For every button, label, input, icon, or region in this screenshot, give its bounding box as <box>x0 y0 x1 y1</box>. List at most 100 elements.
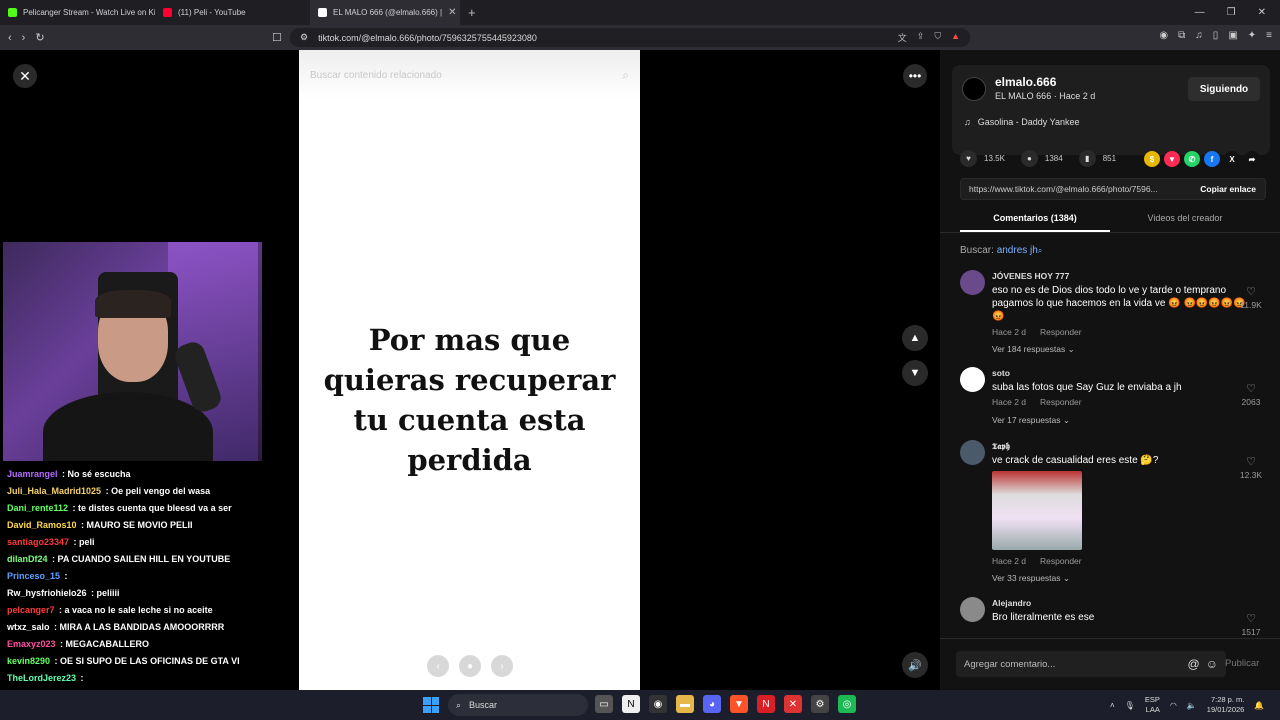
repost-icon[interactable]: ▼ <box>1164 151 1180 167</box>
new-tab-button[interactable]: + <box>460 5 484 20</box>
next-post-button[interactable]: ▼ <box>902 360 928 386</box>
maximize-icon[interactable]: ❐ <box>1227 7 1236 18</box>
close-tab-icon[interactable]: ✕ <box>448 7 456 18</box>
vpn-icon[interactable]: ◉ <box>1159 30 1168 41</box>
minimize-icon[interactable]: — <box>1195 7 1205 18</box>
view-replies-button[interactable]: Ver 33 respuestas ⌄ <box>992 573 1070 584</box>
clock[interactable]: 7:28 p. m. 19/01/2026 <box>1207 695 1245 715</box>
brave-icon[interactable]: ▼ <box>730 695 748 713</box>
menu-icon[interactable]: ≡ <box>1266 30 1272 41</box>
reload-icon[interactable]: ↻ <box>35 31 44 44</box>
coin-icon[interactable]: $ <box>1144 151 1160 167</box>
taskbar-search[interactable]: ⌕ Buscar <box>448 694 588 716</box>
comment-like[interactable]: ♡ 2063 <box>1236 382 1266 407</box>
share-icon[interactable]: ➦ <box>1244 151 1260 167</box>
comment-image[interactable] <box>992 471 1082 550</box>
comment-search-suggestion[interactable]: Buscar: andres jh⌕ <box>960 245 1042 256</box>
obs-icon[interactable]: ◉ <box>649 695 667 713</box>
whatsapp-icon[interactable]: ✆ <box>1184 151 1200 167</box>
avatar[interactable] <box>960 440 985 465</box>
facebook-icon[interactable]: f <box>1204 151 1220 167</box>
related-search-bar[interactable]: Buscar contenido relacionado ⌕ <box>299 50 640 100</box>
previous-post-button[interactable]: ▲ <box>902 325 928 351</box>
chat-username[interactable]: pelcanger7 <box>7 605 55 615</box>
photo-dot[interactable]: ● <box>459 655 481 677</box>
reply-button[interactable]: Responder <box>1040 397 1082 407</box>
post-link-url[interactable]: https://www.tiktok.com/@elmalo.666/photo… <box>961 184 1183 194</box>
close-viewer-button[interactable]: ✕ <box>13 64 37 88</box>
chat-username[interactable]: Emaxyz023 <box>7 639 56 649</box>
comment-like[interactable]: ♡ 12.3K <box>1236 455 1266 480</box>
publish-button[interactable]: Publicar <box>1225 658 1259 669</box>
reply-button[interactable]: Responder <box>1040 556 1082 566</box>
comment-author[interactable]: Alejandro <box>992 598 1031 608</box>
bookmark-icon[interactable]: ▮ <box>1078 150 1096 167</box>
avatar[interactable] <box>960 270 985 295</box>
chevron-up-icon[interactable]: ˄ <box>1110 701 1115 710</box>
author-username[interactable]: elmalo.666 <box>995 75 1056 89</box>
media-icon[interactable]: ♫ <box>1195 30 1203 41</box>
comment-author[interactable]: JÓVENES HOY 777 <box>992 271 1069 281</box>
task-view-icon[interactable]: ▭ <box>595 695 613 713</box>
mention-icon[interactable]: @ <box>1188 657 1200 671</box>
notification-icon[interactable]: 🔔 <box>1254 701 1264 710</box>
more-options-button[interactable]: ••• <box>903 64 927 88</box>
microphone-icon[interactable]: 🎙 <box>1125 701 1135 710</box>
chat-username[interactable]: Princeso_15 <box>7 571 60 581</box>
notion-icon[interactable]: N <box>622 695 640 713</box>
tab-creator-videos[interactable]: Videos del creador <box>1110 208 1260 232</box>
wifi-icon[interactable]: ◠ <box>1170 701 1177 710</box>
share-page-icon[interactable]: ⇪ <box>917 31 925 44</box>
url-bar[interactable]: ⚙ tiktok.com/@elmalo.666/photo/759632575… <box>290 28 970 47</box>
site-settings-icon[interactable]: ⚙ <box>300 32 308 43</box>
tab-kick[interactable]: Pelicanger Stream - Watch Live on Ki <box>0 0 155 25</box>
chat-username[interactable]: Rw_hysfriohielo26 <box>7 588 87 598</box>
comment-input[interactable]: Agregar comentario... @ ☺ <box>956 651 1226 677</box>
chat-username[interactable]: dilanDf24 <box>7 554 48 564</box>
comment-author[interactable]: soto <box>992 368 1010 378</box>
tab-tiktok[interactable]: EL MALO 666 (@elmalo.666) | ✕ <box>310 0 460 25</box>
following-button[interactable]: Siguiendo <box>1188 77 1260 101</box>
discord-icon[interactable]: ◕ <box>703 695 721 713</box>
chat-username[interactable]: wtxz_salo <box>7 622 50 632</box>
language-indicator[interactable]: ESP LAA <box>1145 695 1160 715</box>
chat-username[interactable]: Juli_Hala_Madrid1025 <box>7 486 101 496</box>
folder-icon[interactable]: ▬ <box>676 695 694 713</box>
wallet-icon[interactable]: ▣ <box>1228 30 1237 41</box>
speaker-icon[interactable]: 🔈 <box>1187 701 1197 710</box>
emoji-icon[interactable]: ☺ <box>1206 657 1218 671</box>
prev-photo-button[interactable]: ‹ <box>427 655 449 677</box>
volume-button[interactable]: 🔊 <box>902 652 928 678</box>
chat-username[interactable]: Dani_rente112 <box>7 503 68 513</box>
translate-icon[interactable]: 文 <box>898 31 907 44</box>
tab-comments[interactable]: Comentarios (1384) <box>960 208 1110 232</box>
heart-icon[interactable]: ♥ <box>960 150 977 167</box>
music-link[interactable]: ♫ Gasolina - Daddy Yankee <box>964 117 1079 127</box>
extensions-icon[interactable]: ⧉ <box>1178 30 1185 41</box>
settings-app-icon[interactable]: ⚙ <box>811 695 829 713</box>
comment-icon[interactable]: ● <box>1020 150 1038 167</box>
x-icon[interactable]: X <box>1224 151 1240 167</box>
windows-start-icon[interactable] <box>423 697 439 713</box>
comment-author[interactable]: 𝕿𝖆𝖕𝖍 <box>992 441 1010 452</box>
avatar[interactable] <box>960 367 985 392</box>
netflix-icon[interactable]: N <box>757 695 775 713</box>
chat-username[interactable]: TheLordJerez23 <box>7 673 76 683</box>
bookmark-icon[interactable]: ☐ <box>272 31 282 44</box>
comment-like[interactable]: ♡ 11.9K <box>1236 285 1266 310</box>
copy-link-button[interactable]: Copiar enlace <box>1200 184 1265 194</box>
close-window-icon[interactable]: ✕ <box>1258 7 1266 18</box>
brave-rewards-icon[interactable]: ▲ <box>951 31 960 44</box>
tab-youtube[interactable]: (11) Peli - YouTube <box>155 0 310 25</box>
brave-shield-icon[interactable]: ⛉ <box>934 31 941 44</box>
avatar[interactable] <box>962 77 986 101</box>
chat-username[interactable]: kevin8290 <box>7 656 50 666</box>
next-photo-button[interactable]: › <box>491 655 513 677</box>
view-replies-button[interactable]: Ver 184 respuestas ⌄ <box>992 344 1075 355</box>
x-app-icon[interactable]: ✕ <box>784 695 802 713</box>
comment-like[interactable]: ♡ 1517 <box>1236 612 1266 637</box>
chat-username[interactable]: Juamrangel <box>7 469 58 479</box>
spotify-icon[interactable]: ◎ <box>838 695 856 713</box>
view-replies-button[interactable]: Ver 17 respuestas ⌄ <box>992 415 1070 426</box>
forward-icon[interactable]: › <box>22 32 26 44</box>
